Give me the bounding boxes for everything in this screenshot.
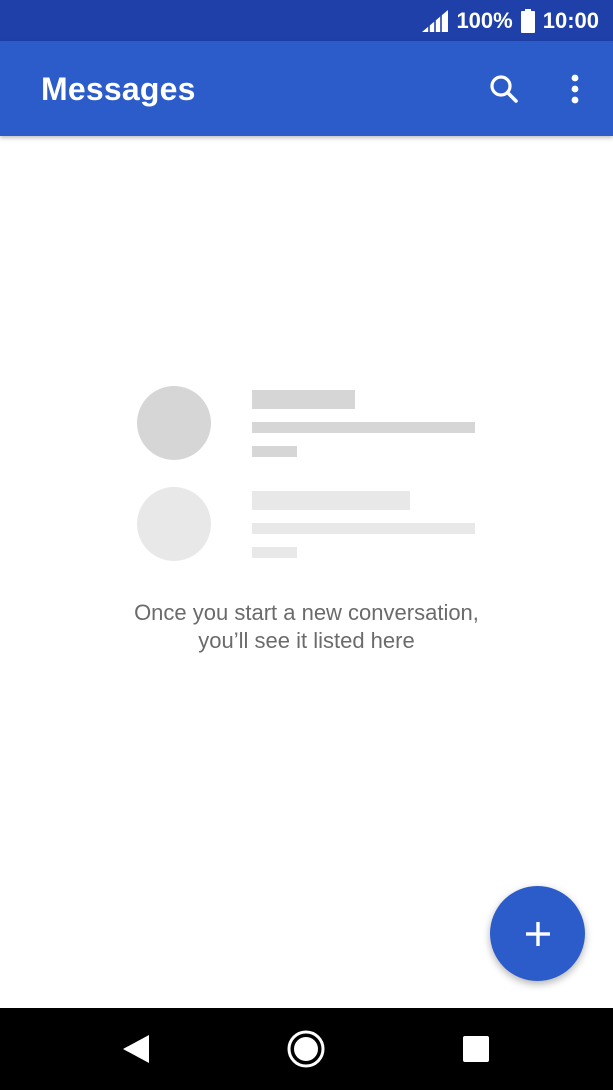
page-title: Messages [41,71,196,107]
navigation-bar [0,1008,613,1090]
search-button[interactable] [480,65,528,113]
empty-state-text-line2: you’ll see it listed here [198,628,415,653]
home-button[interactable] [281,1024,331,1074]
app-bar: Messages [0,41,613,136]
new-conversation-button[interactable] [490,886,585,981]
placeholder-line [252,390,355,409]
placeholder-line [252,491,410,510]
more-vert-icon [571,74,579,104]
plus-icon [525,921,550,946]
placeholder-line [252,446,297,457]
battery-icon [520,8,535,33]
home-icon [287,1030,325,1068]
placeholder-line [252,547,297,558]
more-options-button[interactable] [551,65,599,113]
status-bar: 100% 10:00 [0,0,613,41]
back-button[interactable] [111,1024,161,1074]
battery-percent: 100% [456,7,513,33]
placeholder-avatar [137,386,211,460]
back-icon [123,1035,149,1063]
clock: 10:00 [542,7,599,33]
placeholder-avatar [137,487,211,561]
recents-icon [463,1036,489,1062]
search-icon [490,75,518,103]
signal-icon [422,9,449,32]
placeholder-line [252,523,475,534]
placeholder-line [252,422,475,433]
recents-button[interactable] [451,1024,501,1074]
empty-state-text-line1: Once you start a new conversation, [134,600,479,625]
